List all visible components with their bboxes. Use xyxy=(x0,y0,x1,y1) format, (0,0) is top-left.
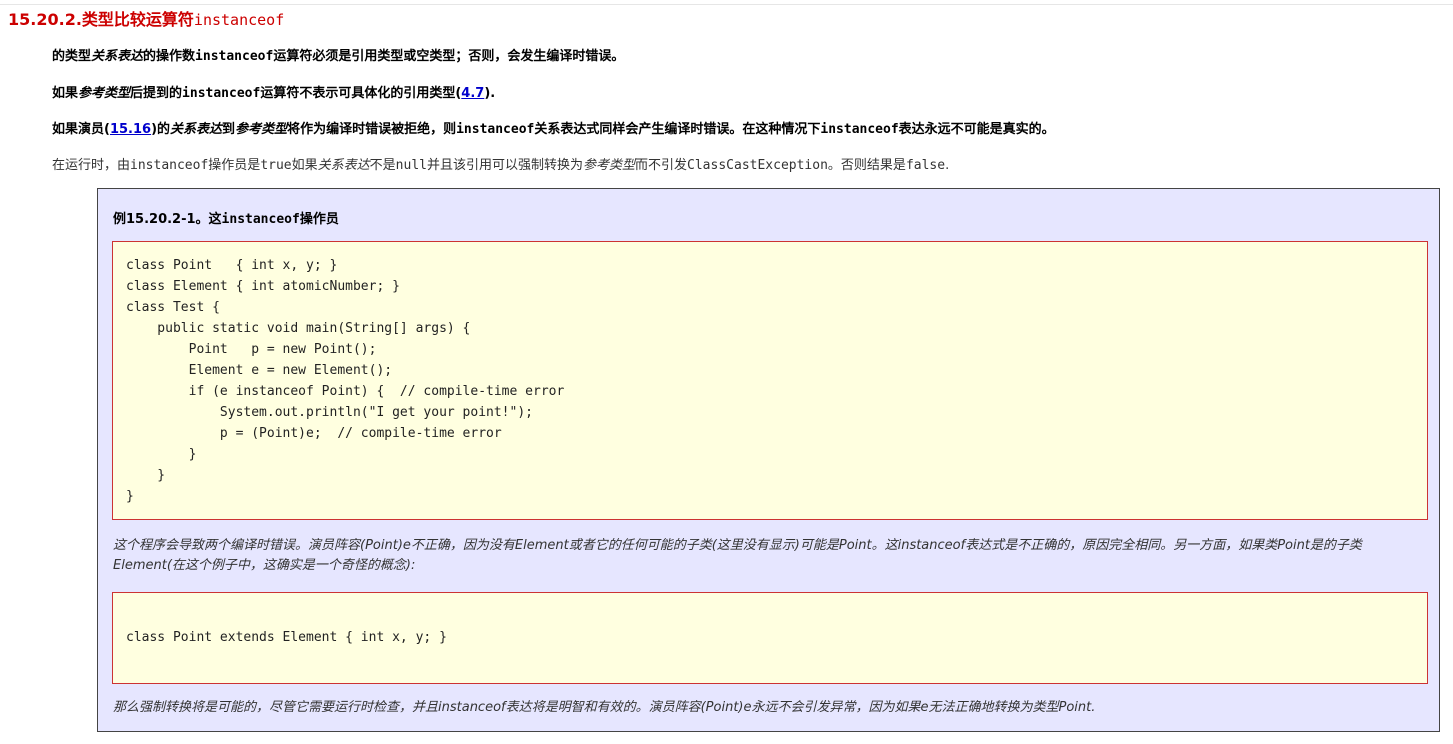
term-relational-expression: 关系表达 xyxy=(91,49,144,64)
text: 如果 xyxy=(291,158,318,173)
section-title-code: instanceof xyxy=(193,11,285,29)
text: . xyxy=(945,158,950,173)
code-instanceof: instanceof xyxy=(456,122,535,137)
example-title: 例15.20.2-1。这instanceof操作员 xyxy=(113,208,339,227)
code-instanceof: instanceof xyxy=(182,86,261,101)
section-title: 15.20.2.类型比较运算符instanceof xyxy=(8,6,284,30)
code-listing-2[interactable]: class Point extends Element { int x, y; … xyxy=(126,627,447,648)
text: 操作员 xyxy=(299,212,339,227)
text: ). xyxy=(484,86,496,101)
paragraph-2: 如果参考类型后提到的instanceof运算符不表示可具体化的引用类型(4.7)… xyxy=(52,82,495,101)
text: 例15.20.2-1。这 xyxy=(113,212,222,227)
paragraph-4: 在运行时，由instanceof操作员是true如果关系表达不是null并且该引… xyxy=(52,154,949,173)
text: 表达永远不可能是真实的。 xyxy=(898,122,1055,137)
text: 不是 xyxy=(369,158,396,173)
code-instanceof: instanceof xyxy=(130,158,209,173)
link-4-7[interactable]: 4.7 xyxy=(461,86,484,101)
explanation-note-1: 这个程序会导致两个编译时错误。演员阵容(Point)e不正确，因为没有Eleme… xyxy=(113,538,1362,573)
term-relational-expression: 关系表达 xyxy=(317,158,370,173)
text: 在运行时，由 xyxy=(52,158,131,173)
code-false: false xyxy=(905,158,946,173)
text: 到 xyxy=(222,122,236,137)
text: 而不引发 xyxy=(635,158,688,173)
code-true: true xyxy=(260,158,292,173)
text: 并且该引用可以强制转换为 xyxy=(426,158,583,173)
link-15-16[interactable]: 15.16 xyxy=(110,122,151,137)
text: 后提到的 xyxy=(130,86,183,101)
section-title-text: 类型比较运算符 xyxy=(81,10,194,29)
code-instanceof: instanceof xyxy=(221,212,300,227)
term-reference-type: 参考类型 xyxy=(583,158,636,173)
example-box: 例15.20.2-1。这instanceof操作员 class Point { … xyxy=(97,188,1440,732)
section-number: 15.20.2. xyxy=(8,10,82,29)
text: 的类型 xyxy=(52,49,92,64)
text: 如果 xyxy=(52,86,79,101)
code-instanceof: instanceof xyxy=(820,122,899,137)
text: )的 xyxy=(151,122,171,137)
term-reference-type: 参考类型 xyxy=(78,86,131,101)
term-reference-type: 参考类型 xyxy=(235,122,288,137)
code-block-1: class Point { int x, y; } class Element … xyxy=(112,241,1428,520)
explanation-note-2: 那么强制转换将是可能的，尽管它需要运行时检查，并且instanceof表达将是明… xyxy=(113,700,1096,715)
code-instanceof: instanceof xyxy=(195,49,274,64)
code-classcastexception: ClassCastException xyxy=(687,158,828,173)
code-listing-1[interactable]: class Point { int x, y; } class Element … xyxy=(126,255,564,507)
text: 关系表达式同样会产生编译时错误。在这种情况下 xyxy=(534,122,821,137)
code-null: null xyxy=(395,158,427,173)
text: 运算符必须是引用类型或空类型；否则，会发生编译时错误。 xyxy=(273,49,625,64)
top-divider xyxy=(0,4,1453,5)
paragraph-1: 的类型关系表达的操作数instanceof运算符必须是引用类型或空类型；否则，会… xyxy=(52,45,624,64)
text: 如果演员( xyxy=(52,122,110,137)
paragraph-3: 如果演员(15.16)的关系表达到参考类型将作为编译时错误被拒绝，则instan… xyxy=(52,118,1055,137)
text: 将作为编译时错误被拒绝，则 xyxy=(287,122,457,137)
text: 操作员是 xyxy=(208,158,261,173)
text: 。否则结果是 xyxy=(827,158,906,173)
code-block-2: class Point extends Element { int x, y; … xyxy=(112,592,1428,684)
text: 的操作数 xyxy=(143,49,196,64)
term-relational-expression: 关系表达 xyxy=(170,122,223,137)
text: 运算符不表示可具体化的引用类型( xyxy=(260,86,462,101)
